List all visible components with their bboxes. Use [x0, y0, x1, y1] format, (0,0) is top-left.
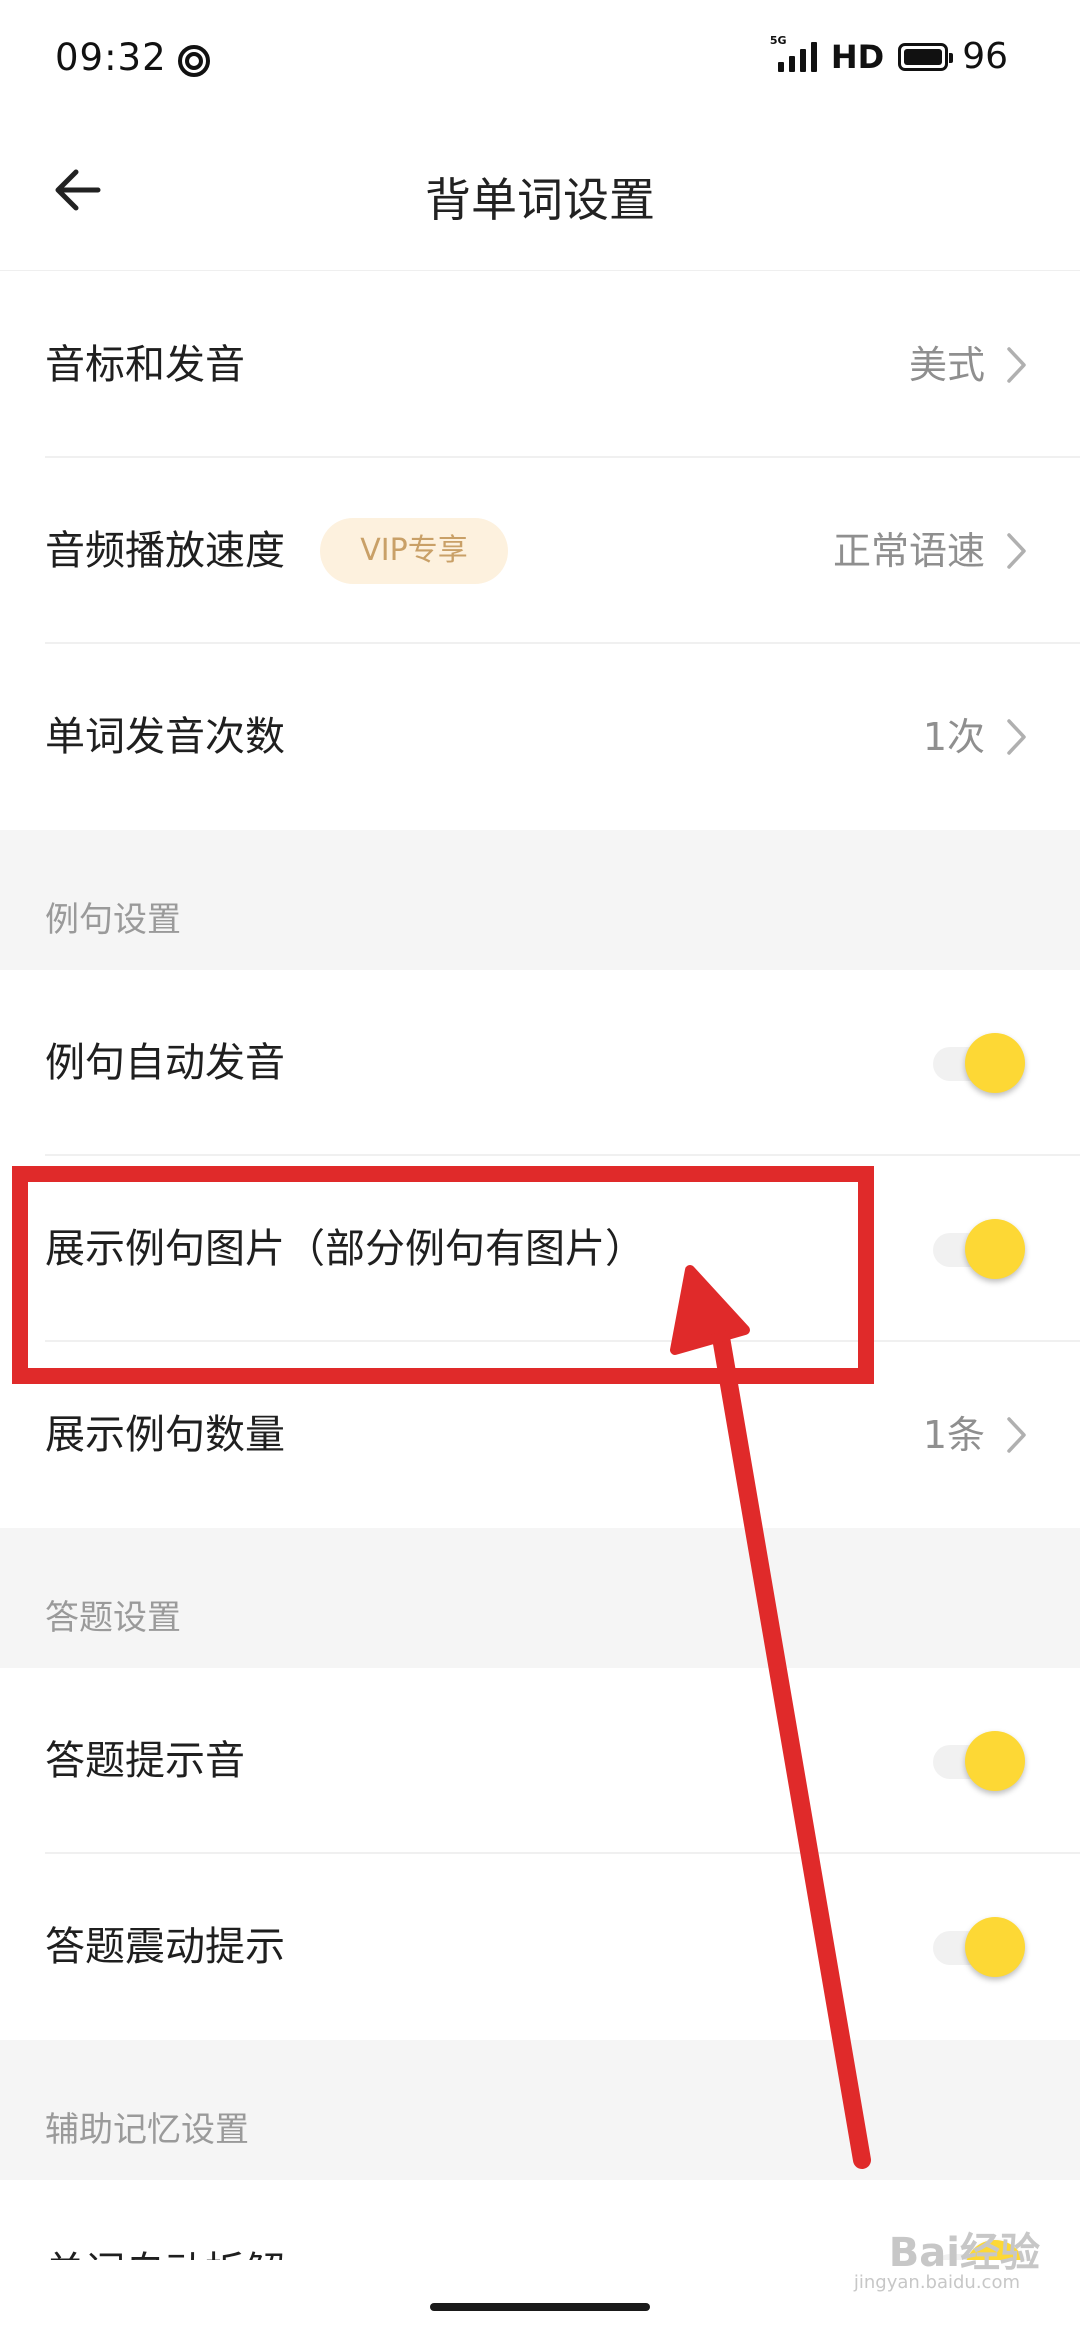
row-label: 单词发音次数: [45, 714, 285, 760]
setting-row-answer-sound[interactable]: 答题提示音: [0, 1668, 1080, 1854]
toggle-switch[interactable]: [933, 1731, 1025, 1791]
chevron-right-icon: [1007, 533, 1026, 569]
watermark-logo: Bai经验: [888, 2230, 1040, 2276]
row-value: 美式: [908, 343, 985, 387]
setting-row-audio-speed[interactable]: 音频播放速度 VIP专享 正常语速: [0, 458, 1080, 644]
toggle-switch[interactable]: [933, 1219, 1025, 1279]
vip-badge: VIP专享: [320, 518, 508, 584]
row-value: 正常语速: [832, 529, 985, 573]
toggle-switch[interactable]: [933, 1033, 1025, 1093]
status-bar: 09:32 5G HD 96: [0, 0, 1080, 120]
setting-row-phonetic[interactable]: 音标和发音 美式: [0, 272, 1080, 458]
home-indicator: [430, 2303, 650, 2311]
hotspot-icon: [178, 45, 210, 77]
row-value: 1次: [922, 715, 985, 759]
signal-icon: 5G: [770, 34, 817, 72]
section-header-answer: 答题设置: [0, 1528, 1080, 1668]
section-header-example: 例句设置: [0, 830, 1080, 970]
chevron-right-icon: [1007, 719, 1026, 755]
row-label: 音频播放速度: [45, 528, 285, 574]
hd-indicator: HD: [830, 37, 885, 76]
row-value: 1条: [922, 1413, 985, 1457]
toggle-switch[interactable]: [933, 1917, 1025, 1977]
row-label: 答题提示音: [45, 1738, 245, 1784]
row-label: 答题震动提示: [45, 1924, 285, 1970]
setting-row-pronounce-count[interactable]: 单词发音次数 1次: [0, 644, 1080, 830]
battery-icon: [898, 42, 954, 71]
page-title: 背单词设置: [425, 173, 655, 227]
row-label: 例句自动发音: [45, 1040, 285, 1086]
row-label: 单词自动拆解: [45, 2242, 285, 2260]
highlight-box: [12, 1166, 874, 1384]
chevron-right-icon: [1007, 347, 1026, 383]
nav-bar: 背单词设置: [0, 120, 1080, 271]
row-label: 音标和发音: [45, 342, 245, 388]
section-header-memory: 辅助记忆设置: [0, 2040, 1080, 2180]
setting-row-answer-vibrate[interactable]: 答题震动提示: [0, 1854, 1080, 2040]
status-time: 09:32: [55, 36, 167, 79]
network-type: 5G: [769, 33, 787, 47]
battery-level: 96: [962, 36, 1008, 77]
status-right: 5G HD 96: [770, 34, 1008, 78]
chevron-right-icon: [1007, 1417, 1026, 1453]
setting-row-example-auto-pronounce[interactable]: 例句自动发音: [0, 970, 1080, 1156]
watermark-url: jingyan.baidu.com: [853, 2272, 1020, 2293]
